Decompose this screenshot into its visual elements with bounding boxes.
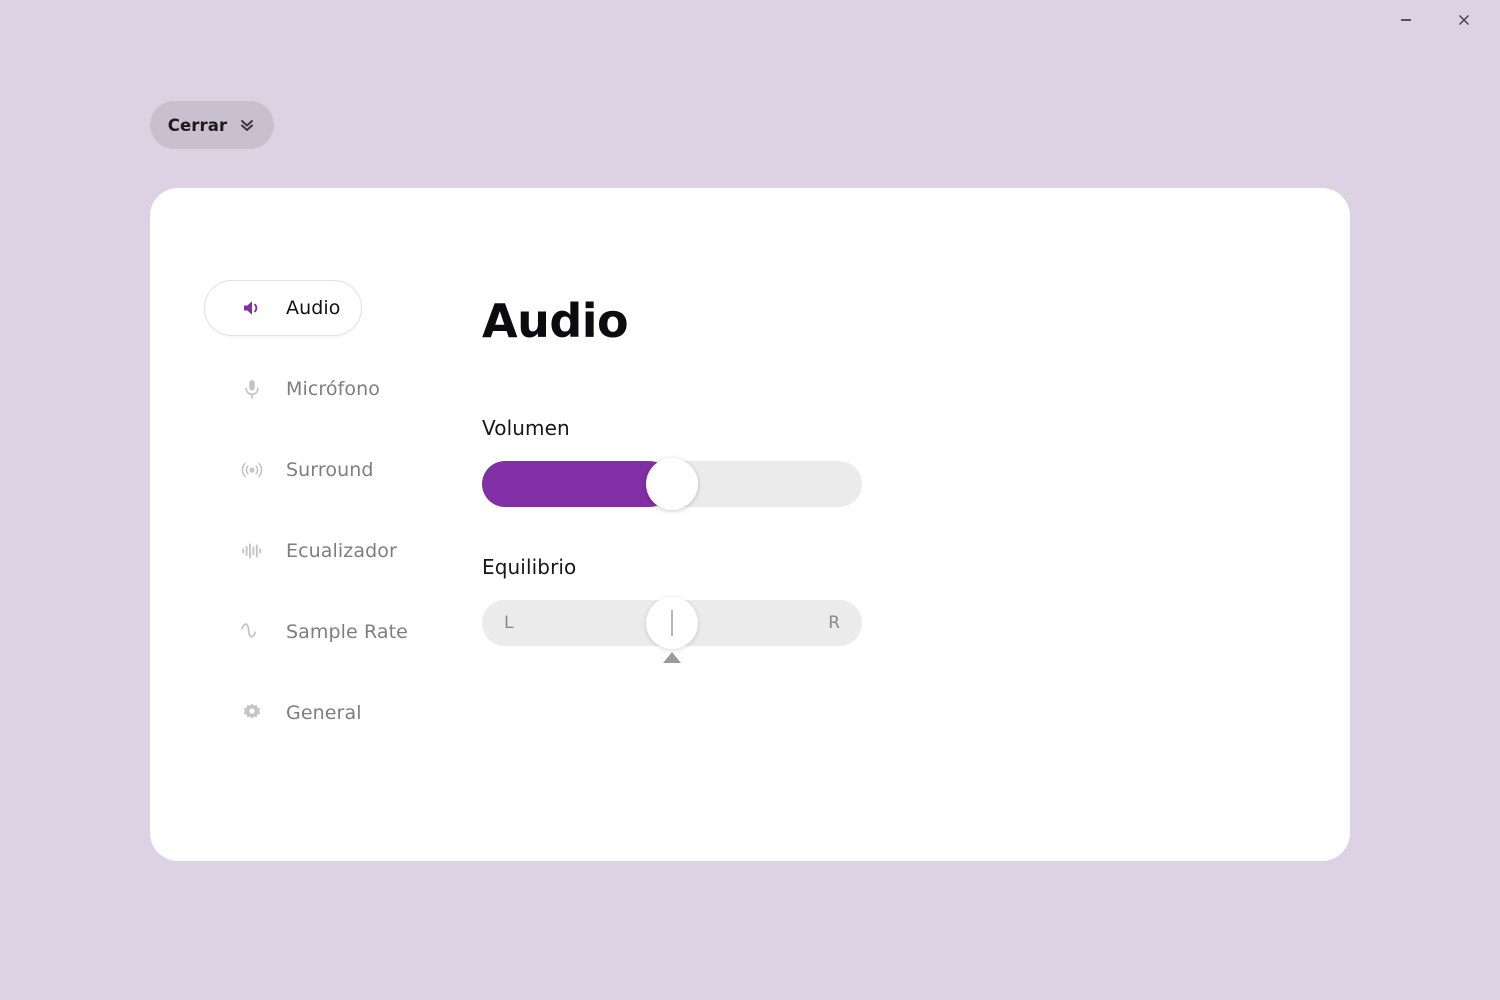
page-title: Audio: [482, 294, 629, 348]
volume-label: Volumen: [482, 416, 570, 440]
volume-slider-fill: [482, 461, 672, 507]
settings-card: Audio Micrófono Surround Ecualizador Sam…: [150, 188, 1350, 861]
sidebar-item-surround[interactable]: Surround: [204, 442, 373, 498]
speaker-icon: [239, 295, 265, 321]
balance-center-marker-icon: [663, 652, 681, 663]
volume-control-group: Volumen: [482, 416, 1350, 510]
balance-thumb-line-icon: [671, 610, 673, 636]
sidebar: Audio Micrófono Surround Ecualizador Sam…: [150, 188, 480, 861]
window-controls: [1392, 0, 1500, 40]
sine-wave-icon: [239, 619, 265, 645]
close-button[interactable]: [1450, 6, 1478, 34]
balance-control-group: Equilibrio L R: [482, 555, 1350, 663]
equalizer-icon: [239, 538, 265, 564]
sidebar-item-label: Micrófono: [286, 378, 381, 400]
cerrar-button-label: Cerrar: [167, 115, 228, 135]
broadcast-icon: [239, 457, 265, 483]
minimize-icon: [1401, 19, 1411, 21]
cerrar-button[interactable]: Cerrar: [150, 101, 274, 149]
volume-slider-track[interactable]: [482, 458, 862, 510]
volume-slider-thumb[interactable]: [646, 458, 698, 510]
sidebar-item-label: General: [286, 702, 362, 724]
sidebar-item-label: Surround: [286, 459, 374, 481]
sidebar-item-audio[interactable]: Audio: [204, 280, 362, 336]
balance-slider-thumb[interactable]: [646, 597, 698, 649]
minimize-button[interactable]: [1392, 6, 1420, 34]
microphone-icon: [239, 376, 265, 402]
balance-label: Equilibrio: [482, 555, 577, 579]
content-panel: Audio Volumen Equilibrio L R: [480, 188, 1350, 861]
balance-left-label: L: [504, 613, 514, 633]
sidebar-item-label: Sample Rate: [286, 621, 408, 643]
gear-icon: [239, 700, 265, 726]
sidebar-item-label: Ecualizador: [286, 540, 397, 562]
sidebar-item-sample-rate[interactable]: Sample Rate: [204, 604, 408, 660]
balance-slider[interactable]: L R: [482, 597, 862, 663]
sidebar-item-ecualizador[interactable]: Ecualizador: [204, 523, 397, 579]
sidebar-item-label: Audio: [286, 297, 341, 319]
close-icon: [1458, 14, 1470, 26]
sidebar-item-microfono[interactable]: Micrófono: [204, 361, 380, 417]
balance-slider-track[interactable]: L R: [482, 597, 862, 649]
double-chevron-down-icon: [238, 116, 256, 134]
volume-slider[interactable]: [482, 458, 862, 510]
sidebar-item-general[interactable]: General: [204, 685, 362, 741]
balance-right-label: R: [828, 613, 840, 633]
